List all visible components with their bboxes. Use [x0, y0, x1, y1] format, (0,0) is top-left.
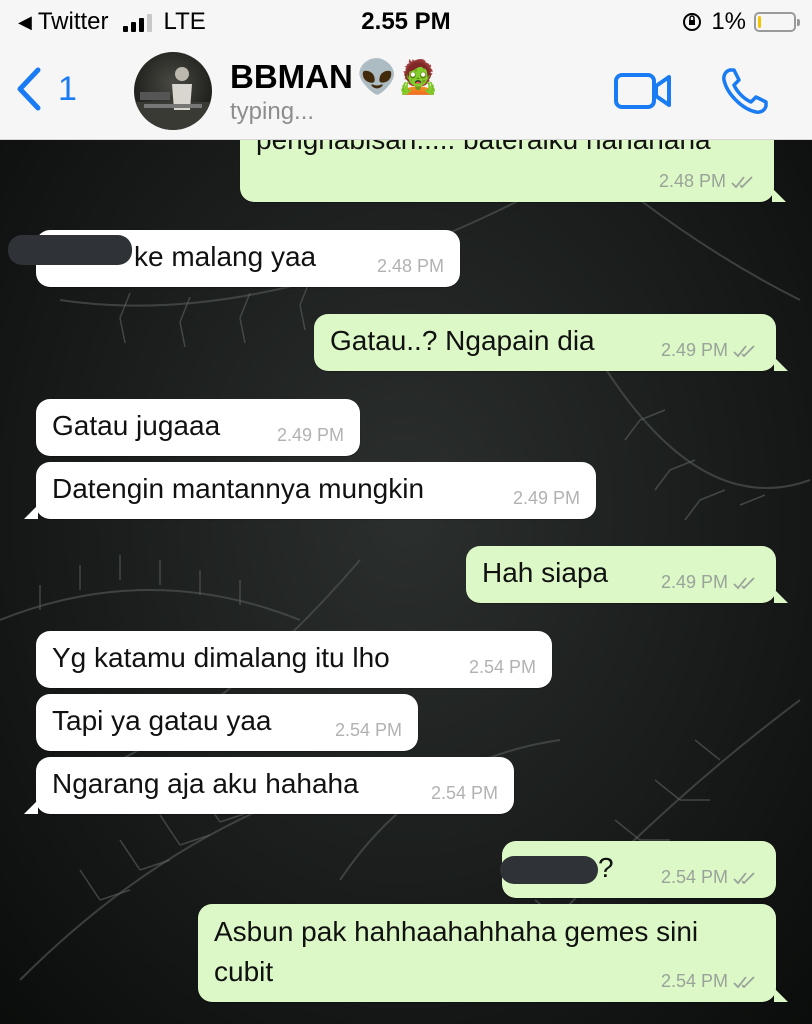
message-text: Gatau..? Ngapain dia — [330, 325, 595, 356]
avatar[interactable] — [134, 52, 212, 130]
voice-call-button[interactable] — [720, 66, 770, 121]
status-bar: ◀ Twitter LTE 2.55 PM 1% — [0, 0, 812, 44]
bubble-tail — [24, 800, 38, 814]
bubble-tail — [774, 589, 788, 603]
read-ticks-icon — [733, 576, 755, 589]
message-bubble-outgoing[interactable]: Gatau..? Ngapain dia 2.49 PM — [314, 314, 788, 371]
battery-percent: 1% — [711, 8, 746, 35]
message-meta: 2.54 PM — [661, 867, 760, 888]
video-call-icon — [614, 73, 671, 109]
message-meta: 2.49 PM — [661, 572, 760, 593]
video-call-button[interactable] — [614, 72, 672, 115]
message-time: 2.48 PM — [376, 256, 444, 276]
bubble-tail — [24, 505, 38, 519]
message-text: Ngarang aja aku hahaha — [52, 768, 359, 799]
orientation-lock-icon — [683, 13, 702, 31]
message-meta: 2.48 PM — [659, 171, 758, 192]
message-time: 2.49 PM — [276, 425, 344, 445]
chat-header: 1 BBMAN 👽🧟 typing... — [0, 44, 812, 140]
redacted-text — [8, 235, 132, 265]
message-bubble-outgoing[interactable]: Hah siapa 2.49 PM — [466, 546, 788, 603]
message-text: Datengin mantannya mungkin — [52, 473, 425, 504]
bubble-tail — [774, 357, 788, 371]
message-text: ? — [598, 852, 614, 883]
message-time: 2.54 PM — [660, 971, 728, 991]
read-ticks-icon — [733, 871, 755, 884]
message-bubble-incoming[interactable]: Ngarang aja aku hahaha 2.54 PM — [24, 757, 514, 814]
message-time: 2.54 PM — [430, 783, 498, 803]
message-time: 2.48 PM — [658, 171, 726, 191]
message-text: ke malang yaa — [134, 241, 317, 272]
status-right: 1% — [681, 8, 800, 36]
message-time: 2.54 PM — [468, 657, 536, 677]
back-button[interactable]: 1 — [14, 66, 77, 112]
contact-name[interactable]: BBMAN 👽🧟 — [230, 58, 439, 97]
message-text: Hah siapa — [482, 557, 609, 588]
message-time: 2.54 PM — [660, 867, 728, 887]
read-ticks-icon — [731, 175, 753, 188]
battery-icon — [754, 12, 800, 32]
bubble-tail — [774, 988, 788, 1002]
bubble-tail — [772, 188, 786, 202]
typing-status: typing... — [230, 98, 315, 125]
message-text: Gatau jugaaa — [52, 410, 221, 441]
message-bubble-incoming[interactable]: Yg katamu dimalang itu lho 2.54 PM — [36, 631, 552, 688]
contact-name-text: BBMAN — [230, 58, 353, 95]
message-bubble-incoming[interactable]: Gatau jugaaa 2.49 PM — [36, 399, 360, 456]
message-meta: 2.54 PM — [661, 971, 760, 992]
message-time: 2.49 PM — [660, 572, 728, 592]
contact-emoji: 👽🧟 — [356, 58, 440, 95]
message-time: 2.54 PM — [334, 720, 402, 740]
message-bubble-incoming[interactable]: Tapi ya gatau yaa 2.54 PM — [36, 694, 418, 751]
unread-count: 1 — [58, 69, 77, 108]
read-ticks-icon — [733, 975, 755, 988]
message-bubble-outgoing[interactable]: Asbun pak hahhaahahhaha gemes sini cubit… — [198, 904, 788, 1002]
message-text-line-2: cubit — [214, 956, 274, 987]
message-time: 2.49 PM — [660, 340, 728, 360]
read-ticks-icon — [733, 344, 755, 357]
message-text: Yg katamu dimalang itu lho — [52, 642, 390, 673]
message-meta: 2.49 PM — [661, 340, 760, 361]
phone-icon — [722, 68, 768, 114]
redacted-text — [500, 856, 598, 884]
chevron-left-icon — [17, 67, 41, 111]
battery-fill — [758, 16, 761, 28]
message-bubble-incoming[interactable]: Datengin mantannya mungkin 2.49 PM — [24, 462, 596, 519]
message-text-line-1: Asbun pak hahhaahahhaha gemes sini — [214, 916, 699, 947]
message-text: Tapi ya gatau yaa — [52, 705, 272, 736]
avatar-photo — [134, 67, 212, 130]
message-time: 2.49 PM — [512, 488, 580, 508]
